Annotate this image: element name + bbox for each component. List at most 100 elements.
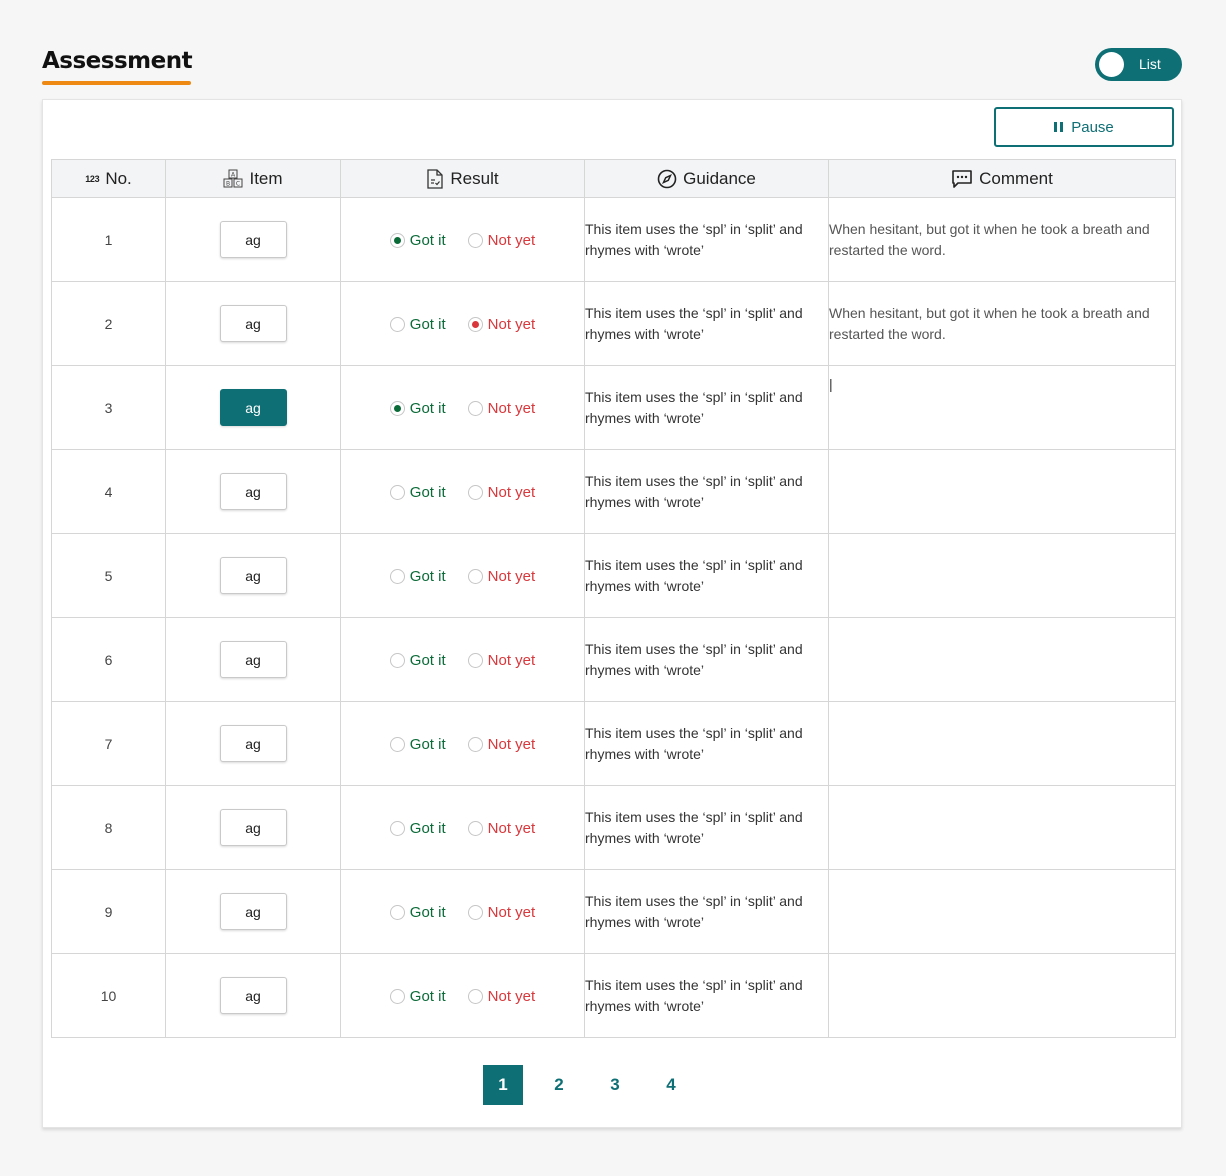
got-it-label: Got it — [409, 903, 446, 921]
item-button[interactable]: ag — [219, 221, 287, 258]
speech-bubble-icon — [951, 169, 973, 189]
not-yet-radio[interactable]: Not yet — [467, 987, 536, 1005]
page-button[interactable]: 1 — [483, 1065, 523, 1105]
radio-circle — [389, 232, 405, 248]
guidance-text: This item uses the ‘spl’ in ‘split’ and … — [584, 701, 829, 786]
got-it-label: Got it — [409, 651, 446, 669]
item-button[interactable]: ag — [219, 809, 287, 846]
item-button[interactable]: ag — [219, 305, 287, 342]
got-it-radio[interactable]: Got it — [389, 400, 446, 417]
item-button[interactable]: ag — [219, 893, 287, 930]
got-it-radio[interactable]: Got it — [389, 903, 446, 921]
comment-field[interactable] — [828, 701, 1176, 786]
radio-circle — [467, 820, 483, 836]
item-cell: ag — [165, 785, 341, 870]
not-yet-radio[interactable]: Not yet — [467, 484, 535, 501]
result-cell: Got it Not yet — [340, 533, 585, 618]
got-it-label: Got it — [409, 567, 446, 585]
radio-circle — [389, 568, 405, 584]
not-yet-label: Not yet — [487, 651, 536, 669]
page-title: Assessment — [42, 48, 193, 74]
comment-field[interactable] — [828, 953, 1176, 1038]
table-header-row: 123 No. A B C Item Result Guidance Comme… — [51, 159, 1176, 198]
got-it-radio[interactable]: Got it — [389, 567, 446, 585]
table-row: 2 ag Got it Not yet This item uses the ‘spl’… — [51, 281, 1176, 366]
not-yet-label: Not yet — [487, 399, 536, 417]
not-yet-radio[interactable]: Not yet — [467, 903, 536, 921]
item-button[interactable]: ag — [219, 557, 287, 594]
not-yet-label: Not yet — [487, 819, 536, 837]
not-yet-radio[interactable]: Not yet — [467, 316, 535, 333]
radio-circle — [389, 484, 405, 500]
item-cell: ag — [165, 281, 341, 366]
comment-field[interactable] — [828, 785, 1176, 870]
guidance-text: This item uses the ‘spl’ in ‘split’ and … — [584, 869, 829, 954]
radio-circle — [389, 652, 405, 668]
comment-field[interactable] — [828, 869, 1176, 954]
radio-circle — [467, 484, 483, 500]
pause-button[interactable]: Pause — [994, 107, 1174, 147]
radio-circle — [467, 904, 483, 920]
radio-circle — [389, 988, 405, 1004]
page-button[interactable]: 3 — [595, 1065, 635, 1105]
not-yet-label: Not yet — [487, 735, 536, 753]
got-it-radio[interactable]: Got it — [389, 484, 446, 501]
column-header-no: 123 No. — [51, 159, 166, 198]
table-row: 5 ag Got it Not yet This item uses the ‘spl’… — [51, 533, 1176, 618]
got-it-label: Got it — [409, 315, 446, 333]
item-cell: ag — [165, 533, 341, 618]
item-button[interactable]: ag — [219, 641, 287, 678]
pause-icon — [1054, 122, 1064, 132]
item-cell: ag — [165, 869, 341, 954]
got-it-radio[interactable]: Got it — [389, 820, 446, 837]
item-button[interactable]: ag — [219, 977, 287, 1014]
comment-field[interactable]: | — [828, 365, 1176, 450]
pagination: 1234 — [483, 1065, 691, 1105]
column-header-label: Result — [450, 168, 499, 188]
compass-icon — [657, 169, 677, 189]
not-yet-radio[interactable]: Not yet — [467, 399, 536, 417]
page-button[interactable]: 2 — [539, 1065, 579, 1105]
comment-field[interactable]: When hesitant, but got it when he took a… — [828, 281, 1176, 366]
result-cell: Got it Not yet — [340, 281, 585, 366]
got-it-radio[interactable]: Got it — [389, 232, 446, 249]
not-yet-radio[interactable]: Not yet — [467, 651, 536, 669]
got-it-radio[interactable]: Got it — [389, 651, 446, 669]
radio-circle — [467, 652, 483, 668]
column-header-comment: Comment — [828, 159, 1176, 198]
not-yet-label: Not yet — [487, 903, 536, 921]
comment-field[interactable] — [828, 617, 1176, 702]
table-row: 7 ag Got it Not yet This item uses the ‘spl’… — [51, 701, 1176, 786]
got-it-radio[interactable]: Got it — [389, 315, 446, 333]
item-cell: ag — [165, 197, 341, 282]
item-cell: ag — [165, 617, 341, 702]
svg-text:C: C — [236, 180, 240, 187]
comment-field[interactable] — [828, 533, 1176, 618]
view-toggle[interactable]: List — [1095, 48, 1182, 81]
item-button[interactable]: ag — [219, 473, 287, 510]
item-button[interactable]: ag — [219, 389, 287, 426]
got-it-label: Got it — [409, 735, 446, 753]
item-button[interactable]: ag — [219, 725, 287, 762]
comment-field[interactable] — [828, 449, 1176, 534]
column-header-label: No. — [105, 168, 132, 188]
not-yet-radio[interactable]: Not yet — [467, 567, 536, 585]
row-number: 6 — [51, 617, 166, 702]
page-button[interactable]: 4 — [651, 1065, 691, 1105]
not-yet-radio[interactable]: Not yet — [467, 735, 536, 753]
not-yet-radio[interactable]: Not yet — [467, 232, 535, 249]
not-yet-label: Not yet — [487, 567, 536, 585]
column-header-label: Comment — [979, 168, 1053, 188]
radio-circle — [389, 316, 405, 332]
table-row: 1 ag Got it Not yet This item uses the ‘spl’… — [51, 197, 1176, 282]
comment-text: When hesitant, but got it when he took a… — [829, 304, 1150, 342]
row-number: 4 — [51, 449, 166, 534]
comment-field[interactable]: When hesitant, but got it when he took a… — [828, 197, 1176, 282]
table-row: 10 ag Got it Not yet This item uses the ‘spl… — [51, 953, 1176, 1038]
not-yet-radio[interactable]: Not yet — [467, 819, 536, 837]
not-yet-label: Not yet — [487, 987, 536, 1005]
column-header-result: Result — [340, 159, 585, 198]
got-it-radio[interactable]: Got it — [389, 988, 446, 1005]
table-row: 4 ag Got it Not yet This item uses the ‘spl’… — [51, 449, 1176, 534]
got-it-radio[interactable]: Got it — [389, 735, 446, 753]
